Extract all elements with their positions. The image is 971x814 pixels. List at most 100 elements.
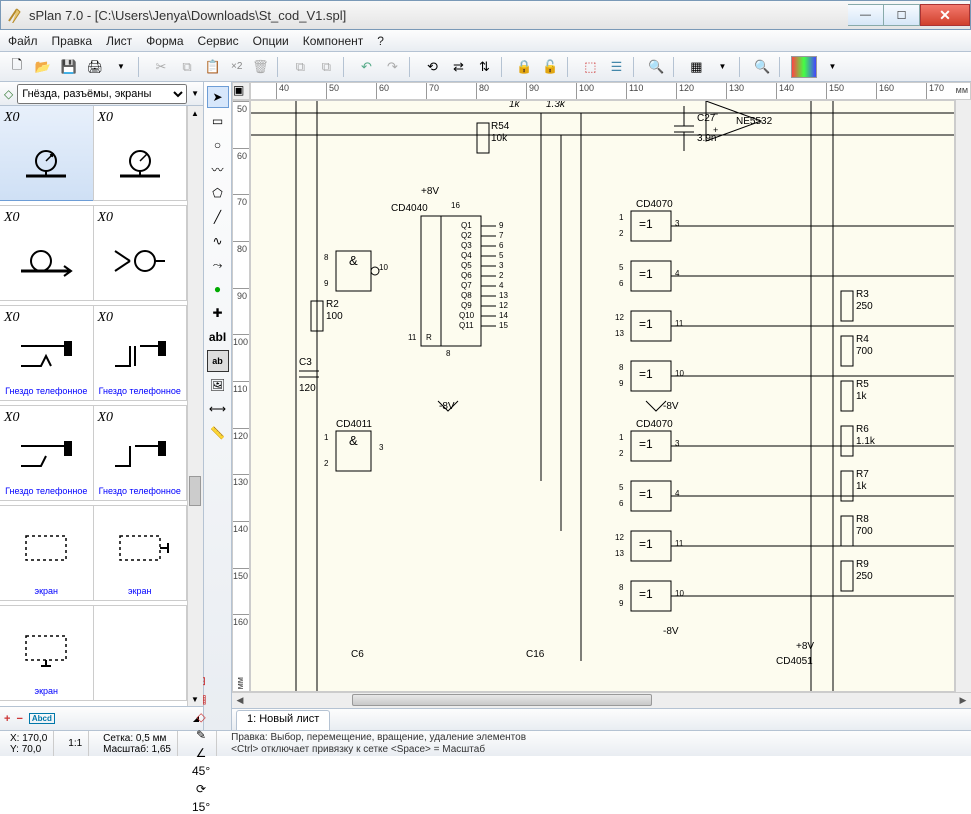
menu-service[interactable]: Сервис [198, 34, 239, 48]
find-icon[interactable]: 🔍 [645, 56, 667, 78]
ruler-corner: ▣ [232, 82, 250, 100]
pen-icon[interactable]: ✎ [196, 728, 206, 742]
scroll-right-icon[interactable]: ▶ [955, 694, 971, 708]
flip-v-icon[interactable]: ⇅ [473, 56, 495, 78]
paste-x2-icon[interactable]: ×2 [228, 56, 245, 78]
text-tool[interactable]: abI [207, 326, 229, 348]
ruler-tool[interactable]: 📏 [207, 422, 229, 444]
label-cd4040: CD4040 [391, 203, 428, 214]
dropdown2-icon[interactable]: ▼ [711, 56, 733, 78]
component-cell[interactable]: X0 [0, 205, 94, 301]
unlock-icon[interactable]: 🔓 [539, 56, 561, 78]
component-cell[interactable]: экран [0, 605, 94, 701]
scroll-down-icon[interactable]: ▼ [188, 692, 202, 706]
component-cell[interactable]: X0 [93, 205, 188, 301]
lock-icon[interactable]: 🔒 [513, 56, 535, 78]
list-icon[interactable]: ☰ [605, 56, 627, 78]
tab-sheet-1[interactable]: 1: Новый лист [236, 710, 330, 730]
zigzag-tool[interactable]: 〰 [207, 158, 229, 180]
clone2-icon[interactable]: ⧉ [315, 56, 337, 78]
label-r2v: 100 [326, 311, 343, 322]
print-icon[interactable]: 🖨 [84, 56, 106, 78]
label-1k: 1k [509, 100, 520, 110]
component-cell[interactable]: экран [0, 505, 94, 601]
component-cell[interactable]: X0 Гнездо телефонное [93, 405, 188, 501]
zoom-icon[interactable]: 🔍 [751, 56, 773, 78]
open-icon[interactable]: 📂 [32, 56, 54, 78]
schematic-canvas[interactable]: R54 10k C27 3.9n NE5532 − + CD4040 +8V C… [250, 100, 955, 692]
minus-icon[interactable]: − [16, 713, 22, 725]
copy-icon[interactable]: ⧉ [176, 56, 198, 78]
select-box-icon[interactable]: ⬚ [579, 56, 601, 78]
label-c3: C3 [299, 357, 312, 368]
library-icon[interactable]: ◇ [4, 87, 13, 101]
pointer-tool[interactable]: ➤ [207, 86, 229, 108]
maximize-button[interactable] [884, 4, 920, 26]
rotate-icon[interactable]: ⟲ [421, 56, 443, 78]
label-cd4051: CD4051 [776, 656, 813, 667]
cut-icon[interactable]: ✂ [150, 56, 172, 78]
status-coords: X: 170,0 Y: 70,0 [4, 731, 54, 756]
schematic-svg [251, 101, 955, 692]
ruler-vertical[interactable]: мм 5060708090100110120130140150160 [232, 100, 250, 692]
connect-icon[interactable]: ◇ [196, 710, 205, 724]
component-cell[interactable]: X0 Гнездо телефонное [93, 305, 188, 401]
node-tool[interactable]: ● [207, 278, 229, 300]
color-icon[interactable] [791, 56, 817, 78]
plus-icon[interactable]: + [4, 713, 10, 725]
menu-sheet[interactable]: Лист [106, 34, 132, 48]
bezier-tool[interactable]: ⤳ [207, 254, 229, 276]
label-13k: 1.3k [546, 100, 565, 110]
image-tool[interactable]: 🖼 [207, 374, 229, 396]
menu-form[interactable]: Форма [146, 34, 183, 48]
paste-icon[interactable]: 📋 [202, 56, 224, 78]
dimension-tool[interactable]: ⟷ [207, 398, 229, 420]
text-box-tool[interactable]: ab [207, 350, 229, 372]
menu-component[interactable]: Компонент [303, 34, 364, 48]
delete-icon[interactable]: 🗑 [249, 56, 271, 78]
rect-tool[interactable]: ▭ [207, 110, 229, 132]
rotate-step-icon[interactable]: ⟳ [196, 782, 206, 796]
close-button[interactable] [920, 4, 970, 26]
angle-icon[interactable]: ∠ [196, 746, 207, 760]
line-tool[interactable]: ╱ [207, 206, 229, 228]
scroll-thumb[interactable] [189, 476, 201, 506]
window-title: sPlan 7.0 - [C:\Users\Jenya\Downloads\St… [29, 8, 848, 23]
scroll-left-icon[interactable]: ◀ [232, 694, 248, 708]
component-cell[interactable]: X0 [93, 106, 188, 201]
library-select[interactable]: Гнёзда, разъёмы, экраны [17, 84, 187, 104]
ruler-horizontal[interactable]: мм 405060708090100110120130140150160170 [250, 82, 971, 100]
dropdown3-icon[interactable]: ▼ [821, 56, 843, 78]
flip-h-icon[interactable]: ⇄ [447, 56, 469, 78]
library-dropdown-icon[interactable]: ▼ [191, 89, 199, 98]
curve-tool[interactable]: ∿ [207, 230, 229, 252]
menu-help[interactable]: ? [377, 34, 384, 48]
layer-icon[interactable]: ▦ [685, 56, 707, 78]
menu-file[interactable]: Файл [8, 34, 38, 48]
polygon-tool[interactable]: ⬠ [207, 182, 229, 204]
minimize-button[interactable] [848, 4, 884, 26]
new-icon[interactable]: 🗋 [6, 56, 28, 78]
abcd-icon[interactable]: Abcd [29, 713, 55, 724]
menu-edit[interactable]: Правка [52, 34, 93, 48]
component-cell[interactable]: X0 Гнездо телефонное [0, 305, 94, 401]
redo-icon[interactable]: ↷ [381, 56, 403, 78]
circle-tool[interactable]: ○ [207, 134, 229, 156]
scroll-up-icon[interactable]: ▲ [188, 106, 202, 120]
canvas-hscroll[interactable]: ◀ ▶ [232, 692, 971, 708]
component-cell[interactable]: X0 [0, 106, 94, 201]
undo-icon[interactable]: ↶ [355, 56, 377, 78]
clone-icon[interactable]: ⧉ [289, 56, 311, 78]
save-icon[interactable]: 💾 [58, 56, 80, 78]
label-cd4070-1: CD4070 [636, 199, 673, 210]
component-cell[interactable]: экран [93, 505, 188, 601]
sheet-tabs: 1: Новый лист [232, 708, 971, 730]
cross-tool[interactable]: ✚ [207, 302, 229, 324]
component-cell[interactable]: X0 Гнездо телефонное [0, 405, 94, 501]
dropdown-icon[interactable]: ▼ [110, 56, 132, 78]
menu-options[interactable]: Опции [253, 34, 289, 48]
library-scrollbar[interactable]: ▲ ▼ [187, 106, 203, 706]
scroll-thumb-h[interactable] [352, 694, 652, 706]
label-p8v1: +8V [421, 186, 439, 197]
canvas-vscroll[interactable] [955, 100, 971, 692]
